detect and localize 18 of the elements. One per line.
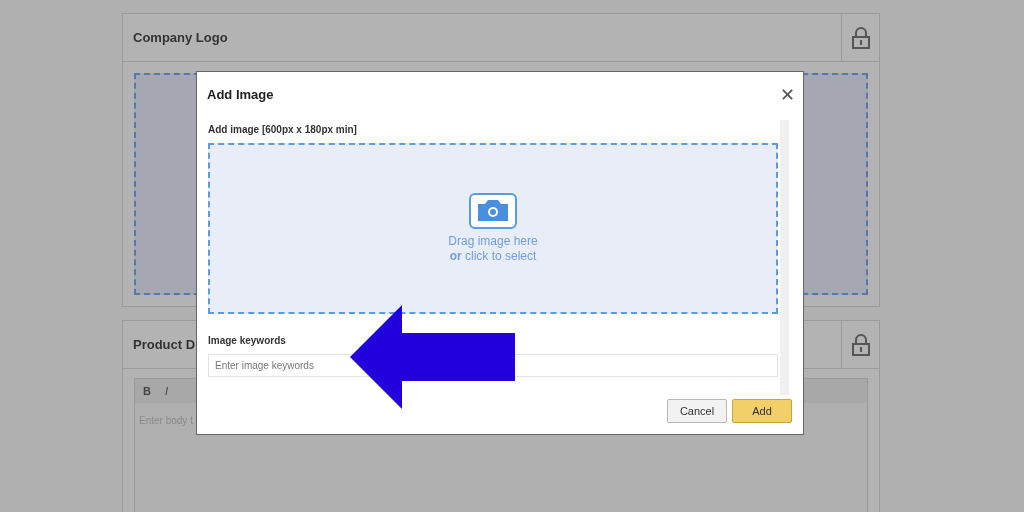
add-button[interactable]: Add: [732, 399, 792, 423]
field-label: Image keywords: [208, 334, 287, 348]
select-instruction: or click to select: [449, 249, 537, 264]
panel-title: Company Logo: [133, 28, 228, 47]
close-button[interactable]: ✕: [780, 86, 795, 104]
panel-title: Product D: [133, 335, 196, 354]
field-label: Add image [600px x 180px min]: [208, 123, 358, 137]
lock-icon: [851, 333, 870, 356]
lock-icon: [851, 26, 870, 49]
toolbar-button[interactable]: I: [164, 382, 168, 400]
toolbar-button[interactable]: B: [143, 382, 151, 400]
dialog-title: Add Image: [207, 86, 274, 105]
drop-instruction: Drag image here: [448, 234, 538, 249]
cancel-button[interactable]: Cancel: [667, 399, 727, 423]
camera-icon: [469, 193, 517, 229]
arrow-icon: [350, 305, 516, 410]
image-drop-zone[interactable]: Drag image here or click to select: [208, 143, 778, 314]
keywords-field[interactable]: Enter image keywords: [208, 354, 778, 377]
